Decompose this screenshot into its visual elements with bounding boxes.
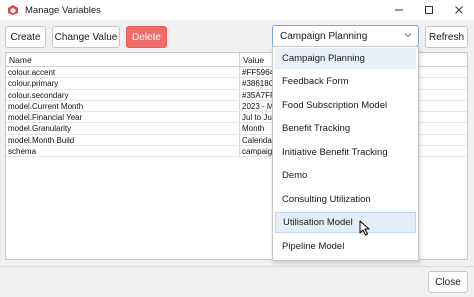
dropdown-option[interactable]: Consulting Utilization xyxy=(275,189,416,210)
change-value-button[interactable]: Change Value xyxy=(52,26,120,48)
cell-name: model.Month Build xyxy=(6,134,240,146)
window-title: Manage Variables xyxy=(25,4,101,16)
close-button[interactable]: Close xyxy=(428,271,468,293)
delete-button[interactable]: Delete xyxy=(126,26,167,48)
refresh-button[interactable]: Refresh xyxy=(425,26,468,48)
minimize-icon[interactable] xyxy=(384,0,414,20)
dropdown-option[interactable]: Demo xyxy=(275,165,416,186)
dropdown-option-hovered[interactable]: Utilisation Model xyxy=(275,212,416,233)
cell-name: model.Current Month xyxy=(6,100,240,112)
model-select-value: Campaign Planning xyxy=(280,30,368,42)
title-bar: Manage Variables xyxy=(0,0,474,20)
cell-name: model.Granularity xyxy=(6,123,240,134)
cell-name: schema xyxy=(6,146,240,157)
footer-divider xyxy=(0,266,474,267)
cell-name: colour.secondary xyxy=(6,89,240,100)
dropdown-option[interactable]: Campaign Planning xyxy=(275,48,416,69)
maximize-icon[interactable] xyxy=(414,0,444,20)
cell-name: colour.accent xyxy=(6,67,240,78)
dropdown-option[interactable]: Feedback Form xyxy=(275,71,416,92)
create-button[interactable]: Create xyxy=(5,26,46,48)
dropdown-option[interactable]: Initiative Benefit Tracking xyxy=(275,142,416,163)
model-select[interactable]: Campaign Planning xyxy=(272,25,419,47)
mouse-pointer-icon xyxy=(359,220,371,236)
chevron-down-icon xyxy=(404,31,412,41)
column-header-name[interactable]: Name xyxy=(6,53,240,66)
model-dropdown-list: Campaign Planning Feedback Form Food Sub… xyxy=(272,46,419,261)
dashboard-app-icon xyxy=(7,4,19,16)
cell-name: model.Financial Year xyxy=(6,112,240,123)
dropdown-option[interactable]: Benefit Tracking xyxy=(275,118,416,139)
close-icon[interactable] xyxy=(444,0,474,20)
dropdown-option[interactable]: Food Subscription Model xyxy=(275,95,416,116)
dropdown-option[interactable]: Pipeline Model xyxy=(275,236,416,257)
cell-name: colour.primary xyxy=(6,78,240,89)
